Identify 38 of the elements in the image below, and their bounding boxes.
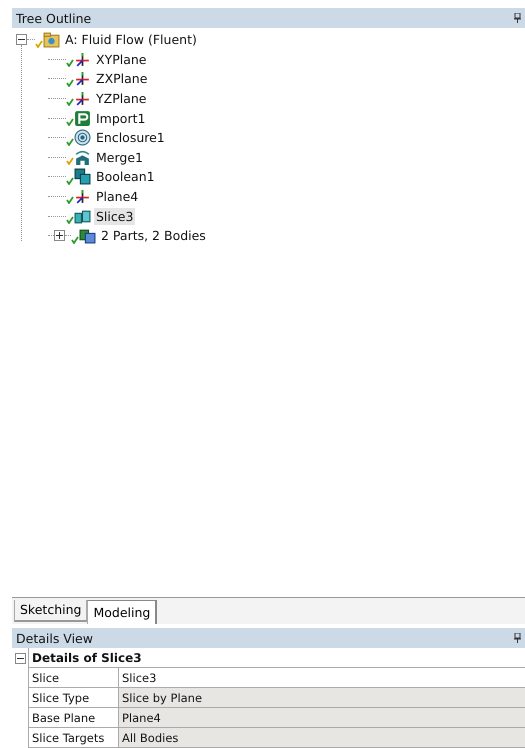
pin-icon[interactable] <box>514 633 521 643</box>
property-value[interactable]: Slice3 <box>118 668 525 688</box>
collapse-icon[interactable] <box>14 652 26 664</box>
tree-item[interactable]: Slice3 <box>94 208 136 225</box>
tab[interactable]: Sketching <box>14 600 88 622</box>
parts-icon <box>79 227 96 244</box>
axes-icon <box>74 90 91 108</box>
tree-item[interactable]: Merge1 <box>94 148 145 166</box>
tree-item[interactable]: 2 Parts, 2 Bodies <box>99 227 208 244</box>
property-name: Slice Type <box>28 688 118 708</box>
tree-item[interactable]: Plane4 <box>94 188 140 206</box>
tree-item[interactable]: Boolean1 <box>94 168 157 186</box>
panel-title: Details View <box>16 630 93 646</box>
folder-icon <box>43 31 60 48</box>
tree-item[interactable]: Import1 <box>94 110 148 127</box>
property-name: Base Plane <box>28 708 118 728</box>
expand-icon[interactable] <box>54 230 65 242</box>
collapse-icon[interactable] <box>16 34 27 46</box>
pin-icon[interactable] <box>514 13 521 23</box>
panel-title: Tree Outline <box>16 10 92 26</box>
tab[interactable]: Modeling <box>87 600 158 624</box>
enclosure-icon <box>74 129 91 146</box>
tree-item[interactable]: YZPlane <box>94 90 148 108</box>
tree-item[interactable]: A: Fluid Flow (Fluent) <box>63 31 199 48</box>
property-value[interactable]: All Bodies <box>118 728 525 748</box>
property-value[interactable]: Plane4 <box>118 708 525 728</box>
import-icon <box>74 110 91 127</box>
axes-icon <box>74 70 91 88</box>
property-value[interactable]: Slice by Plane <box>118 688 525 708</box>
tree-item[interactable]: ZXPlane <box>94 70 150 88</box>
tree-item[interactable]: XYPlane <box>94 50 148 68</box>
tree-item[interactable]: Enclosure1 <box>94 129 167 146</box>
axes-icon <box>74 188 91 206</box>
boolean-icon <box>74 168 91 186</box>
property-name: Slice <box>28 668 118 688</box>
property-name: Slice Targets <box>28 728 118 748</box>
axes-icon <box>74 50 91 68</box>
slice-icon <box>74 208 91 225</box>
